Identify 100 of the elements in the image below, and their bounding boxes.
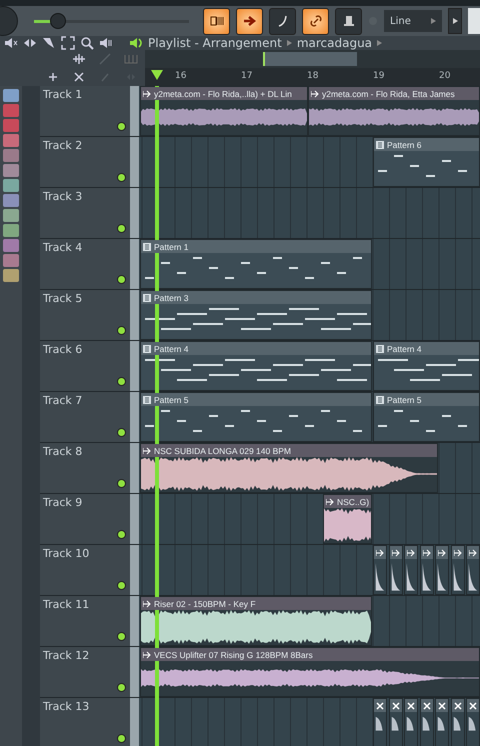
pattern-swatch[interactable] [3, 194, 19, 207]
timeline-ruler[interactable]: 16 17 18 19 20 [145, 68, 480, 86]
track-header[interactable]: Track 10 [40, 545, 130, 595]
toolbar-button[interactable] [302, 8, 329, 34]
pattern-clip[interactable]: Pattern 6 [373, 137, 480, 187]
pattern-swatch[interactable] [3, 164, 19, 177]
track-header[interactable]: Track 5 [40, 290, 130, 340]
track-enable-led[interactable] [117, 173, 126, 182]
pattern-swatch[interactable] [3, 269, 19, 282]
audio-clip[interactable]: Riser 02 - 150BPM - Key F [140, 596, 372, 646]
pattern-clip[interactable]: Pattern 4 [373, 341, 480, 391]
pattern-clip[interactable]: Pattern 3 [140, 290, 372, 340]
audio-clip[interactable] [450, 698, 464, 746]
clip-label: Pattern 4 [154, 344, 188, 354]
audio-clip[interactable]: y2meta.com - Flo Rida, Etta James [308, 86, 480, 136]
track-enable-led[interactable] [117, 428, 126, 437]
track-lane[interactable]: NSC..G) [130, 494, 480, 544]
track-enable-led[interactable] [117, 224, 126, 233]
track-header[interactable]: Track 4 [40, 239, 130, 289]
audio-clip[interactable] [420, 545, 434, 595]
track-enable-led[interactable] [117, 326, 126, 335]
piano-roll-icon [210, 14, 224, 28]
toolbar-button[interactable] [236, 8, 263, 34]
waveform-icon [72, 52, 86, 66]
audio-clip[interactable] [450, 545, 464, 595]
audio-clip[interactable] [388, 698, 402, 746]
track-header[interactable]: Track 13 [40, 698, 130, 746]
playlist-title: Playlist - Arrangement [148, 36, 282, 50]
track-header[interactable]: Track 8 [40, 443, 130, 493]
audio-clip[interactable] [435, 545, 449, 595]
audio-clip[interactable] [388, 545, 402, 595]
track-header[interactable]: Track 3 [40, 188, 130, 238]
arrangement-name[interactable]: marcadagua [296, 36, 372, 50]
pattern-swatch[interactable] [3, 149, 19, 162]
toolbar-button[interactable] [335, 8, 362, 34]
toolbar-button[interactable] [203, 8, 230, 34]
triangle-icon [286, 40, 292, 46]
track-lane[interactable]: Pattern 5 Pattern 5 [130, 392, 480, 442]
pattern-swatch[interactable] [3, 224, 19, 237]
pattern-swatch[interactable] [3, 239, 19, 252]
pattern-icon [143, 396, 151, 404]
track-header[interactable]: Track 11 [40, 596, 130, 646]
track-header[interactable]: Track 6 [40, 341, 130, 391]
track-enable-led[interactable] [117, 632, 126, 641]
track-lane[interactable]: Riser 02 - 150BPM - Key F [130, 596, 480, 646]
track-enable-led[interactable] [117, 530, 126, 539]
track-enable-led[interactable] [117, 479, 126, 488]
track-name: Track 4 [43, 241, 84, 254]
audio-clip[interactable] [373, 545, 387, 595]
track-enable-led[interactable] [117, 377, 126, 386]
track-lane[interactable]: Pattern 4 Pattern 4 [130, 341, 480, 391]
audio-clip[interactable] [404, 698, 418, 746]
track-header[interactable]: Track 9 [40, 494, 130, 544]
track-lane[interactable]: y2meta.com - Flo Rida,..lla) + DL Lin y2meta.com - Flo Rida, Etta James [130, 86, 480, 136]
pattern-swatch[interactable] [3, 89, 19, 102]
audio-clip[interactable] [435, 698, 449, 746]
audio-clip[interactable]: y2meta.com - Flo Rida,..lla) + DL Lin [140, 86, 308, 136]
track-enable-led[interactable] [117, 275, 126, 284]
clip-arrow-icon [469, 548, 477, 556]
pattern-swatch[interactable] [3, 134, 19, 147]
track-enable-led[interactable] [117, 581, 126, 590]
track-name: Track 2 [43, 139, 84, 152]
audio-clip[interactable] [466, 698, 480, 746]
play-button[interactable] [448, 8, 462, 34]
clip-arrow-icon [438, 548, 446, 556]
track-lane[interactable]: Pattern 3 [130, 290, 480, 340]
pattern-icon [143, 294, 151, 302]
pattern-swatch[interactable] [3, 179, 19, 192]
pattern-swatch[interactable] [3, 104, 19, 117]
track-header[interactable]: Track 7 [40, 392, 130, 442]
track-lane[interactable]: Pattern 6 [130, 137, 480, 187]
pattern-clip[interactable]: Pattern 4 [140, 341, 372, 391]
snap-dropdown[interactable]: Line [384, 10, 442, 32]
ruler-number: 20 [439, 71, 450, 81]
audio-clip[interactable] [420, 698, 434, 746]
audio-clip[interactable] [373, 698, 387, 746]
pattern-clip[interactable]: Pattern 5 [140, 392, 372, 442]
audio-clip[interactable] [404, 545, 418, 595]
track-enable-led[interactable] [117, 122, 126, 131]
toolbar-button[interactable] [269, 8, 296, 34]
slice-icon [42, 36, 56, 50]
audio-clip[interactable] [466, 545, 480, 595]
pattern-swatch[interactable] [3, 119, 19, 132]
track-lane[interactable]: Pattern 1 [130, 239, 480, 289]
pattern-clip[interactable]: Pattern 5 [373, 392, 480, 442]
pattern-swatch[interactable] [3, 254, 19, 267]
track-enable-led[interactable] [117, 734, 126, 743]
slider-thumb[interactable] [50, 13, 66, 29]
clip-label: Pattern 4 [387, 344, 422, 354]
pattern-clip[interactable]: Pattern 1 [140, 239, 372, 289]
track-header[interactable]: Track 1 [40, 86, 130, 136]
track-enable-led[interactable] [117, 683, 126, 692]
clip-arrow-icon [392, 548, 400, 556]
overview-window[interactable] [263, 52, 357, 66]
track-header[interactable]: Track 2 [40, 137, 130, 187]
track-header[interactable]: Track 12 [40, 647, 130, 697]
audio-clip[interactable]: NSC..G) [323, 494, 372, 544]
lane-edge [130, 341, 139, 391]
clip-label: Pattern 5 [154, 394, 188, 404]
pattern-swatch[interactable] [3, 209, 19, 222]
